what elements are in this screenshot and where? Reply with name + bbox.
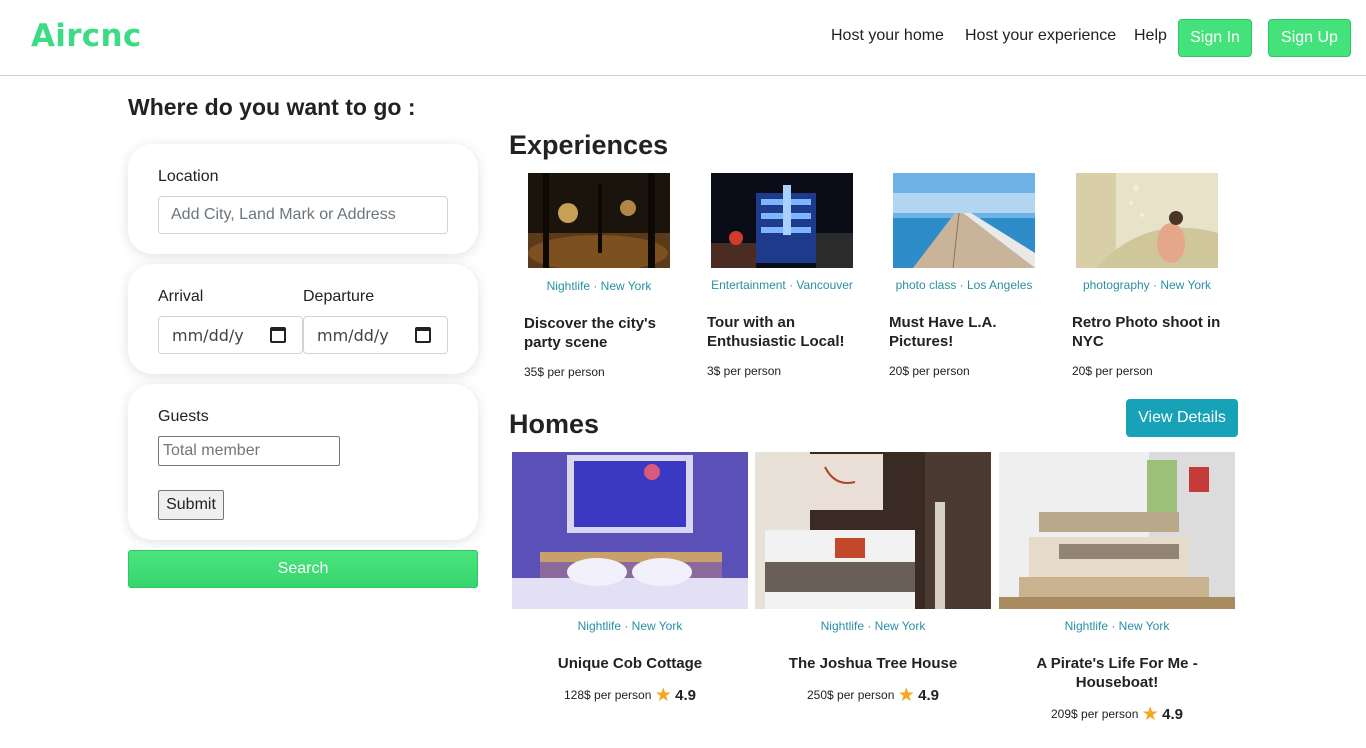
home-category: Nightlife · New York [820, 619, 926, 633]
home-image[interactable] [755, 452, 991, 609]
experience-image[interactable] [528, 173, 670, 268]
nav-host-experience[interactable]: Host your experience [965, 27, 1116, 45]
dates-card: Arrival Departure mm/dd/y mm/dd/y [128, 264, 478, 374]
home-price: 250$ per person [807, 688, 895, 702]
location-input[interactable] [158, 196, 448, 234]
star-icon: ★ [1141, 704, 1159, 725]
guests-label: Guests [158, 408, 209, 425]
location-card: Location [128, 144, 478, 254]
sign-in-button[interactable]: Sign In [1178, 19, 1252, 57]
star-icon: ★ [654, 685, 672, 706]
arrival-date-input[interactable]: mm/dd/y [158, 316, 303, 354]
home-category: Nightlife · New York [577, 619, 683, 633]
top-navbar: Aircnc Host your home Host your experien… [0, 0, 1366, 76]
submit-button[interactable]: Submit [158, 490, 224, 520]
experience-image[interactable] [893, 173, 1035, 268]
nav-host-home[interactable]: Host your home [831, 27, 944, 45]
home-category: Nightlife · New York [1064, 619, 1170, 633]
homes-heading: Homes [509, 409, 600, 439]
guests-input[interactable] [158, 436, 340, 466]
experience-image[interactable] [711, 173, 853, 268]
brand-logo[interactable]: Aircnc [31, 18, 142, 54]
sign-up-button[interactable]: Sign Up [1268, 19, 1351, 57]
view-details-button[interactable]: View Details [1126, 399, 1238, 437]
experience-title[interactable]: Discover the city's party scene [524, 314, 684, 352]
calendar-icon[interactable] [270, 327, 286, 343]
home-rating: 4.9 [1162, 706, 1183, 723]
experiences-heading: Experiences [509, 130, 669, 160]
home-price: 209$ per person [1051, 707, 1139, 721]
nav-help[interactable]: Help [1134, 27, 1167, 45]
location-label: Location [158, 168, 219, 185]
home-image[interactable] [999, 452, 1235, 609]
experience-title[interactable]: Tour with an Enthusiastic Local! [707, 313, 867, 351]
experience-category: Nightlife · New York [546, 279, 652, 293]
home-meta: 128$ per person ★ 4.9 [512, 684, 748, 707]
experience-category: Entertainment · Vancouver [711, 278, 853, 292]
home-image[interactable] [512, 452, 748, 609]
departure-date-placeholder: mm/dd/y [317, 326, 389, 345]
experience-image[interactable] [1076, 173, 1218, 268]
departure-label: Departure [303, 288, 375, 305]
home-title[interactable]: The Joshua Tree House [755, 654, 991, 673]
search-button[interactable]: Search [128, 550, 478, 588]
star-icon: ★ [897, 685, 915, 706]
home-meta: 250$ per person ★ 4.9 [755, 684, 991, 707]
home-meta: 209$ per person ★ 4.9 [999, 703, 1235, 726]
home-price: 128$ per person [564, 688, 652, 702]
experience-price: 20$ per person [1072, 364, 1153, 378]
experience-price: 35$ per person [524, 365, 605, 379]
home-title[interactable]: Unique Cob Cottage [512, 654, 748, 673]
experience-price: 20$ per person [889, 364, 970, 378]
search-heading: Where do you want to go : [128, 94, 416, 120]
guests-card: Guests Submit [128, 384, 478, 540]
departure-date-input[interactable]: mm/dd/y [303, 316, 448, 354]
experience-title[interactable]: Retro Photo shoot in NYC [1072, 313, 1232, 351]
arrival-date-placeholder: mm/dd/y [172, 326, 244, 345]
experience-title[interactable]: Must Have L.A. Pictures! [889, 313, 1049, 351]
home-rating: 4.9 [918, 687, 939, 704]
home-title[interactable]: A Pirate's Life For Me - Houseboat! [999, 654, 1235, 692]
calendar-icon[interactable] [415, 327, 431, 343]
experience-category: photography · New York [1082, 278, 1212, 292]
arrival-label: Arrival [158, 288, 204, 305]
home-rating: 4.9 [675, 687, 696, 704]
experience-category: photo class · Los Angeles [895, 278, 1033, 292]
experience-price: 3$ per person [707, 364, 782, 378]
